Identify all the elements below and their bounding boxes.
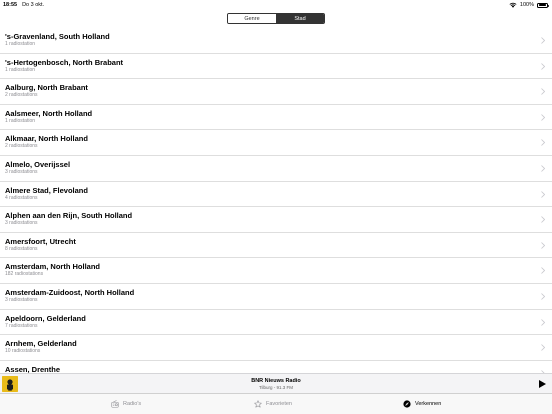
city-list-item[interactable]: Aalburg, North Brabant 2 radiostations bbox=[0, 79, 552, 105]
station-count: 3 radiostations bbox=[5, 296, 38, 303]
station-count: 182 radiostations bbox=[5, 271, 44, 278]
city-list-item[interactable]: Aalsmeer, North Holland 1 radiostation bbox=[0, 105, 552, 131]
tab-favorites[interactable]: Favorieten bbox=[254, 400, 292, 408]
city-name: Assen, Drenthe bbox=[5, 364, 61, 373]
city-list-item[interactable]: Alphen aan den Rijn, South Holland 3 rad… bbox=[0, 207, 552, 233]
station-count: 10 radiostations bbox=[5, 348, 41, 355]
city-list-item[interactable]: Apeldoorn, Gelderland 7 radiostations bbox=[0, 310, 552, 336]
status-date: Do 3 okt. bbox=[22, 2, 45, 8]
tab-explore[interactable]: Verkennen bbox=[403, 400, 441, 408]
chevron-right-icon bbox=[541, 88, 545, 95]
now-playing-title: BNR Nieuws Radio bbox=[251, 377, 301, 384]
chevron-right-icon bbox=[541, 216, 545, 223]
station-count: 3 radiostations bbox=[5, 168, 38, 175]
chevron-right-icon bbox=[541, 113, 545, 121]
chevron-right-icon bbox=[541, 241, 545, 249]
tab-favorites-label: Favorieten bbox=[266, 401, 292, 407]
station-count: 3 radiostations bbox=[5, 220, 38, 227]
tab-radios-label: Radio's bbox=[123, 401, 142, 407]
city-name: 's-Hertogenbosch, North Brabant bbox=[5, 57, 124, 67]
play-icon[interactable] bbox=[537, 379, 547, 389]
city-name: Amsterdam-Zuidoost, North Holland bbox=[5, 287, 135, 297]
chevron-right-icon bbox=[541, 165, 545, 172]
chevron-right-icon bbox=[541, 190, 545, 198]
wifi-icon bbox=[509, 2, 517, 8]
now-playing-subtitle: Tilburg - 91.3 FM bbox=[258, 385, 294, 390]
status-bar: 18:55 Do 3 okt. 100% bbox=[0, 0, 552, 10]
city-list-item[interactable]: Assen, Drenthe bbox=[0, 361, 552, 373]
status-right: 100% bbox=[509, 2, 549, 8]
city-list-item[interactable]: 's-Hertogenbosch, North Brabant 1 radios… bbox=[0, 54, 552, 80]
status-time: 18:55 bbox=[3, 2, 18, 8]
mini-player[interactable]: BNR Nieuws Radio Tilburg - 91.3 FM bbox=[0, 373, 552, 393]
chevron-right-icon bbox=[541, 37, 545, 44]
radio-icon bbox=[111, 400, 119, 408]
station-count: 1 radiostation bbox=[5, 41, 36, 47]
city-name: Almere Stad, Flevoland bbox=[5, 185, 88, 195]
chevron-right-icon bbox=[541, 318, 545, 326]
city-list-item[interactable]: 's-Gravenland, South Holland 1 radiostat… bbox=[0, 28, 552, 54]
segment-genre[interactable]: Genre bbox=[228, 14, 276, 23]
city-list-item[interactable]: Alkmaar, North Holland 2 radiostations bbox=[0, 130, 552, 156]
chevron-right-icon bbox=[541, 62, 545, 70]
battery-percent: 100% bbox=[519, 2, 534, 8]
city-name: Amersfoort, Utrecht bbox=[5, 236, 76, 246]
city-name: Aalburg, North Brabant bbox=[5, 83, 88, 93]
star-icon bbox=[254, 400, 262, 408]
city-name: Alphen aan den Rijn, South Holland bbox=[5, 211, 133, 221]
chevron-right-icon bbox=[541, 344, 545, 351]
city-list-item[interactable]: Amsterdam-Zuidoost, North Holland 3 radi… bbox=[0, 284, 552, 310]
segmented-control: Genre Stad bbox=[227, 13, 325, 24]
city-name: Almelo, Overijssel bbox=[5, 159, 71, 169]
city-name: Alkmaar, North Holland bbox=[5, 134, 88, 144]
city-name: Apeldoorn, Gelderland bbox=[5, 313, 86, 323]
city-name: 's-Gravenland, South Holland bbox=[5, 32, 110, 41]
chevron-right-icon bbox=[541, 293, 545, 300]
station-count: 7 radiostations bbox=[5, 322, 38, 329]
battery-icon bbox=[537, 2, 549, 8]
tab-bar: Radio's Favorieten Verkennen bbox=[0, 393, 552, 414]
city-list-item[interactable]: Amersfoort, Utrecht 8 radiostations bbox=[0, 233, 552, 259]
compass-icon bbox=[403, 400, 411, 408]
station-count: 1 radiostation bbox=[5, 66, 36, 73]
city-name: Arnhem, Gelderland bbox=[5, 339, 77, 349]
city-list[interactable]: 's-Gravenland, South Holland 1 radiostat… bbox=[0, 28, 552, 373]
segment-city[interactable]: Stad bbox=[276, 14, 324, 23]
city-list-item[interactable]: Amsterdam, North Holland 182 radiostatio… bbox=[0, 258, 552, 284]
station-count: 8 radiostations bbox=[5, 245, 38, 252]
city-list-item[interactable]: Almelo, Overijssel 3 radiostations bbox=[0, 156, 552, 182]
station-count: 2 radiostations bbox=[5, 143, 38, 150]
station-count: 2 radiostations bbox=[5, 92, 38, 99]
tab-radios[interactable]: Radio's bbox=[111, 400, 141, 408]
station-count: 4 radiostations bbox=[5, 194, 38, 201]
city-name: Aalsmeer, North Holland bbox=[5, 108, 93, 118]
city-list-item[interactable]: Almere Stad, Flevoland 4 radiostations bbox=[0, 182, 552, 208]
status-left: 18:55 Do 3 okt. bbox=[3, 2, 44, 8]
chevron-right-icon bbox=[541, 267, 545, 275]
tab-explore-label: Verkennen bbox=[415, 401, 442, 407]
chevron-right-icon bbox=[541, 139, 545, 147]
city-list-item[interactable]: Arnhem, Gelderland 10 radiostations bbox=[0, 335, 552, 361]
station-count: 1 radiostation bbox=[5, 117, 36, 124]
city-name: Amsterdam, North Holland bbox=[5, 262, 101, 272]
